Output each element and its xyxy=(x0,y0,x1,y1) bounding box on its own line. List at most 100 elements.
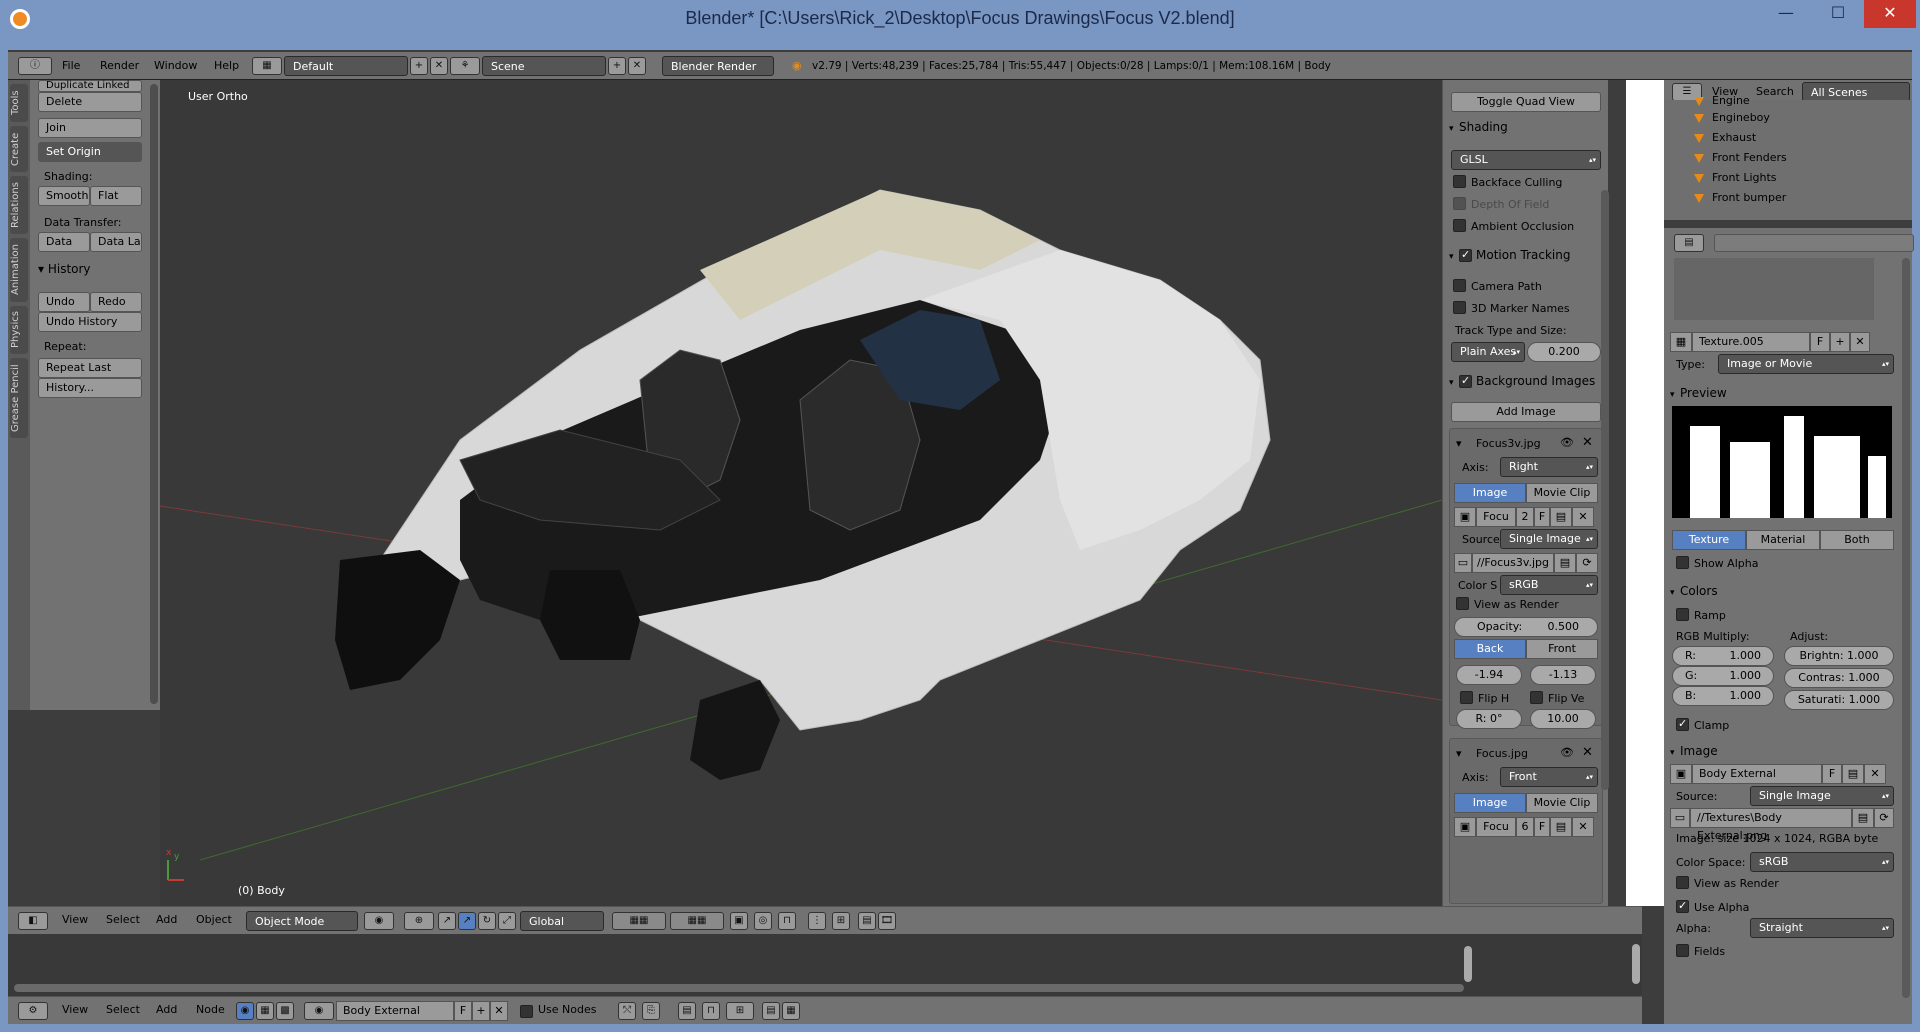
bg1-rotation-field[interactable]: R: 0° xyxy=(1456,709,1522,729)
rotate-icon[interactable]: ↻ xyxy=(478,912,496,930)
depth-of-field-checkbox[interactable] xyxy=(1453,197,1466,210)
node-snap-element-icon[interactable]: ⊞ xyxy=(726,1002,754,1020)
flat-button[interactable]: Flat xyxy=(90,186,142,206)
viewport-menu-object[interactable]: Object xyxy=(196,913,232,926)
node-menu-add[interactable]: Add xyxy=(156,1003,177,1016)
texture-fake-user[interactable]: F xyxy=(1810,332,1830,352)
delete-button[interactable]: Delete xyxy=(38,92,142,112)
outliner-row[interactable]: Front Lights xyxy=(1664,168,1912,188)
join-button[interactable]: Join xyxy=(38,118,142,138)
motion-tracking-checkbox[interactable] xyxy=(1459,248,1472,262)
properties-editor-icon[interactable]: ▤ xyxy=(1674,234,1704,252)
bg2-image-tab[interactable]: Image xyxy=(1454,793,1526,813)
bg2-users-count[interactable]: 6 xyxy=(1516,817,1534,837)
timeline-scrollbar[interactable] xyxy=(14,984,1464,992)
image-unlink-icon[interactable]: ✕ xyxy=(1864,764,1886,784)
bg1-color-space-select[interactable]: sRGB xyxy=(1500,575,1598,595)
image-browse-icon[interactable]: ▣ xyxy=(1670,764,1692,784)
node-menu-select[interactable]: Select xyxy=(106,1003,140,1016)
preview-material-tab[interactable]: Material xyxy=(1746,530,1820,550)
node-render-icon[interactable]: ▤ xyxy=(762,1002,780,1020)
backdrop-icon[interactable]: ▤ xyxy=(678,1002,696,1020)
texture-type-select[interactable]: Image or Movie xyxy=(1718,354,1894,374)
remove-scene-icon[interactable]: ✕ xyxy=(628,57,646,75)
b-multiply-field[interactable]: B: 1.000 xyxy=(1672,686,1774,706)
viewport-menu-view[interactable]: View xyxy=(62,913,88,926)
scene-select[interactable]: Scene xyxy=(482,56,606,76)
render-engine-select[interactable]: Blender Render xyxy=(662,56,774,76)
add-scene-icon[interactable]: + xyxy=(608,57,626,75)
render-still-icon[interactable]: ▤ xyxy=(858,912,876,930)
timeline-vertical-scrollbar[interactable] xyxy=(1464,946,1472,982)
remove-layout-icon[interactable]: ✕ xyxy=(430,57,448,75)
bg1-view-as-render-checkbox[interactable] xyxy=(1456,597,1469,610)
editor-type-icon[interactable]: ⓘ xyxy=(18,57,52,75)
translate-icon[interactable]: ↗ xyxy=(458,912,476,930)
bg1-path-field[interactable]: //Focus3v.jpg xyxy=(1472,553,1554,573)
bg1-unlink-icon[interactable]: ✕ xyxy=(1572,507,1594,527)
image-browse-file-icon[interactable]: ▤ xyxy=(1852,808,1874,828)
bg1-offset-y-field[interactable]: -1.13 xyxy=(1530,665,1596,685)
image-path-field[interactable]: //Textures\Body External.png xyxy=(1690,808,1852,842)
manipulator-icon[interactable]: ↗ xyxy=(438,912,456,930)
image-fake-user[interactable]: F xyxy=(1822,764,1842,784)
timeline-area[interactable] xyxy=(8,934,1642,996)
background-images-checkbox[interactable] xyxy=(1459,374,1472,388)
bg1-flip-h-checkbox[interactable] xyxy=(1460,691,1473,704)
bg1-axis-select[interactable]: Right xyxy=(1500,457,1598,477)
preview-header[interactable]: ▾ Preview xyxy=(1670,386,1727,400)
bg2-collapse-icon[interactable]: ▾ xyxy=(1456,747,1462,760)
g-multiply-field[interactable]: G: 1.000 xyxy=(1672,666,1774,686)
color-space-select[interactable]: sRGB xyxy=(1750,852,1894,872)
texture-slots-list[interactable] xyxy=(1674,258,1874,320)
menu-file[interactable]: File xyxy=(62,56,80,76)
undo-button[interactable]: Undo xyxy=(38,292,90,312)
shading-panel-header[interactable]: ▾ Shading xyxy=(1449,120,1508,134)
menu-render[interactable]: Render xyxy=(100,56,139,76)
outliner-row[interactable]: Front bumper xyxy=(1664,188,1912,208)
texture-name-field[interactable]: Texture.005 xyxy=(1692,332,1810,352)
image-name-field[interactable]: Body External xyxy=(1692,764,1822,784)
tab-tools[interactable]: Tools xyxy=(10,84,28,122)
colors-header[interactable]: ▾ Colors xyxy=(1670,584,1718,598)
viewport-editor-icon[interactable]: ◧ xyxy=(18,912,48,930)
material-browse-icon[interactable]: ◉ xyxy=(304,1002,334,1020)
bg2-axis-select[interactable]: Front xyxy=(1500,767,1598,787)
node-snap-icon[interactable]: ⊓ xyxy=(702,1002,720,1020)
lock-layers-icon[interactable]: ▣ xyxy=(730,912,748,930)
texture-nodes-icon[interactable]: ▩ xyxy=(276,1002,294,1020)
unlink-material-icon[interactable]: ✕ xyxy=(490,1001,508,1021)
properties-scrollbar[interactable] xyxy=(1902,258,1910,998)
node-menu-view[interactable]: View xyxy=(62,1003,88,1016)
tab-physics[interactable]: Physics xyxy=(10,306,28,354)
background-images-header[interactable]: ▾Background Images xyxy=(1449,374,1595,388)
menu-help[interactable]: Help xyxy=(214,56,239,76)
set-origin-select[interactable]: Set Origin xyxy=(38,142,142,162)
snap-node-icon[interactable]: ⤲ xyxy=(618,1002,636,1020)
shader-nodes-icon[interactable]: ◉ xyxy=(236,1002,254,1020)
use-nodes-checkbox[interactable] xyxy=(520,1005,533,1018)
bg1-back-toggle[interactable]: Back xyxy=(1454,639,1526,659)
bg2-eye-icon[interactable]: 👁 xyxy=(1560,746,1574,759)
bg1-collapse-icon[interactable]: ▾ xyxy=(1456,437,1462,450)
bg1-remove-icon[interactable]: ✕ xyxy=(1582,435,1593,450)
menu-window[interactable]: Window xyxy=(154,56,197,76)
bg1-image-name[interactable]: Focu xyxy=(1476,507,1516,527)
compositing-nodes-icon[interactable]: ▦ xyxy=(256,1002,274,1020)
layout-icon[interactable]: ▦ xyxy=(252,57,282,75)
outliner-row[interactable]: Engineboy xyxy=(1664,108,1912,128)
new-material-icon[interactable]: + xyxy=(472,1001,490,1021)
alpha-mode-select[interactable]: Straight xyxy=(1750,918,1894,938)
shading-mode-select[interactable]: GLSL xyxy=(1451,150,1601,170)
bg2-image-browse-icon[interactable]: ▣ xyxy=(1454,817,1476,837)
brightness-field[interactable]: Brightn: 1.000 xyxy=(1784,646,1894,666)
snap-element-icon[interactable]: ⋮ xyxy=(808,912,826,930)
close-button[interactable]: ✕ xyxy=(1864,0,1916,28)
image-open-icon[interactable]: ▤ xyxy=(1842,764,1864,784)
show-alpha-checkbox[interactable] xyxy=(1676,556,1689,569)
texture-browse-icon[interactable]: ▦ xyxy=(1670,332,1692,352)
timeline-side-scrollbar[interactable] xyxy=(1632,944,1640,984)
add-image-button[interactable]: Add Image xyxy=(1451,402,1601,422)
bg1-open-icon[interactable]: ▤ xyxy=(1550,507,1572,527)
bg2-open-icon[interactable]: ▤ xyxy=(1550,817,1572,837)
